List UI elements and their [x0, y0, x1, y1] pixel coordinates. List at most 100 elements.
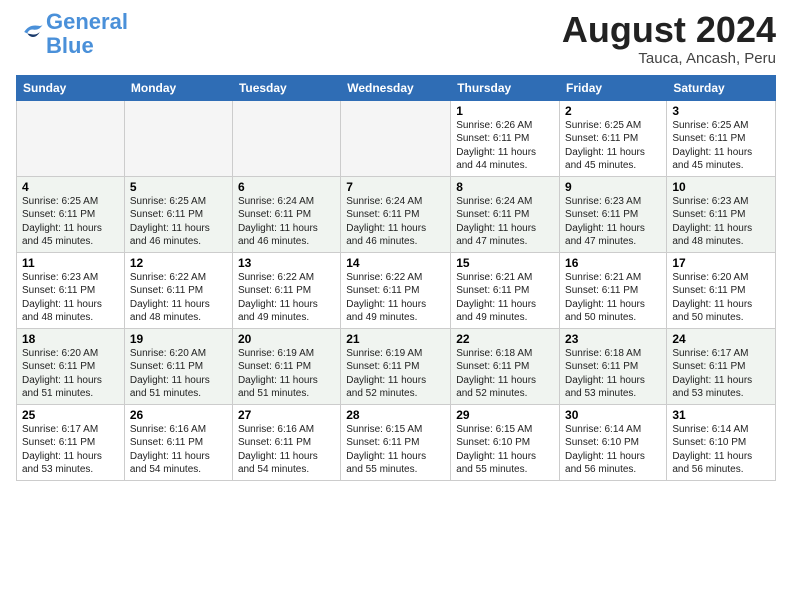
calendar-header-friday: Friday: [560, 75, 667, 100]
calendar-header-wednesday: Wednesday: [341, 75, 451, 100]
day-info: Sunrise: 6:24 AMSunset: 6:11 PMDaylight:…: [456, 195, 554, 249]
calendar-cell: [124, 100, 232, 176]
day-info: Sunrise: 6:23 AMSunset: 6:11 PMDaylight:…: [672, 195, 770, 249]
day-info: Sunrise: 6:26 AMSunset: 6:11 PMDaylight:…: [456, 119, 554, 173]
day-number: 26: [130, 408, 227, 422]
calendar-cell: 25Sunrise: 6:17 AMSunset: 6:11 PMDayligh…: [17, 404, 125, 480]
day-info: Sunrise: 6:17 AMSunset: 6:11 PMDaylight:…: [22, 423, 119, 477]
calendar-week-row: 4Sunrise: 6:25 AMSunset: 6:11 PMDaylight…: [17, 176, 776, 252]
calendar-table: SundayMondayTuesdayWednesdayThursdayFrid…: [16, 75, 776, 481]
calendar-cell: 18Sunrise: 6:20 AMSunset: 6:11 PMDayligh…: [17, 328, 125, 404]
day-number: 15: [456, 256, 554, 270]
day-number: 29: [456, 408, 554, 422]
day-number: 27: [238, 408, 335, 422]
day-info: Sunrise: 6:23 AMSunset: 6:11 PMDaylight:…: [22, 271, 119, 325]
day-number: 6: [238, 180, 335, 194]
calendar-cell: 4Sunrise: 6:25 AMSunset: 6:11 PMDaylight…: [17, 176, 125, 252]
calendar-cell: 7Sunrise: 6:24 AMSunset: 6:11 PMDaylight…: [341, 176, 451, 252]
day-info: Sunrise: 6:21 AMSunset: 6:11 PMDaylight:…: [565, 271, 661, 325]
day-info: Sunrise: 6:20 AMSunset: 6:11 PMDaylight:…: [22, 347, 119, 401]
day-info: Sunrise: 6:16 AMSunset: 6:11 PMDaylight:…: [238, 423, 335, 477]
day-info: Sunrise: 6:20 AMSunset: 6:11 PMDaylight:…: [130, 347, 227, 401]
header: GeneralBlue August 2024 Tauca, Ancash, P…: [16, 10, 776, 67]
day-number: 4: [22, 180, 119, 194]
day-number: 30: [565, 408, 661, 422]
calendar-cell: 8Sunrise: 6:24 AMSunset: 6:11 PMDaylight…: [451, 176, 560, 252]
calendar-header-monday: Monday: [124, 75, 232, 100]
day-number: 31: [672, 408, 770, 422]
day-number: 22: [456, 332, 554, 346]
calendar-cell: [232, 100, 340, 176]
calendar-cell: 13Sunrise: 6:22 AMSunset: 6:11 PMDayligh…: [232, 252, 340, 328]
calendar-cell: 24Sunrise: 6:17 AMSunset: 6:11 PMDayligh…: [667, 328, 776, 404]
day-number: 24: [672, 332, 770, 346]
logo: GeneralBlue: [16, 10, 128, 58]
calendar-cell: 19Sunrise: 6:20 AMSunset: 6:11 PMDayligh…: [124, 328, 232, 404]
calendar-cell: 26Sunrise: 6:16 AMSunset: 6:11 PMDayligh…: [124, 404, 232, 480]
day-info: Sunrise: 6:14 AMSunset: 6:10 PMDaylight:…: [565, 423, 661, 477]
logo-text: GeneralBlue: [46, 10, 128, 58]
calendar-cell: 30Sunrise: 6:14 AMSunset: 6:10 PMDayligh…: [560, 404, 667, 480]
calendar-cell: 22Sunrise: 6:18 AMSunset: 6:11 PMDayligh…: [451, 328, 560, 404]
day-number: 28: [346, 408, 445, 422]
calendar-week-row: 11Sunrise: 6:23 AMSunset: 6:11 PMDayligh…: [17, 252, 776, 328]
day-info: Sunrise: 6:25 AMSunset: 6:11 PMDaylight:…: [565, 119, 661, 173]
calendar-header-sunday: Sunday: [17, 75, 125, 100]
calendar-header-thursday: Thursday: [451, 75, 560, 100]
calendar-week-row: 1Sunrise: 6:26 AMSunset: 6:11 PMDaylight…: [17, 100, 776, 176]
day-number: 14: [346, 256, 445, 270]
day-info: Sunrise: 6:25 AMSunset: 6:11 PMDaylight:…: [672, 119, 770, 173]
day-info: Sunrise: 6:15 AMSunset: 6:11 PMDaylight:…: [346, 423, 445, 477]
calendar-week-row: 18Sunrise: 6:20 AMSunset: 6:11 PMDayligh…: [17, 328, 776, 404]
calendar-cell: 16Sunrise: 6:21 AMSunset: 6:11 PMDayligh…: [560, 252, 667, 328]
calendar-cell: 1Sunrise: 6:26 AMSunset: 6:11 PMDaylight…: [451, 100, 560, 176]
day-number: 7: [346, 180, 445, 194]
day-number: 25: [22, 408, 119, 422]
day-number: 5: [130, 180, 227, 194]
calendar-header-saturday: Saturday: [667, 75, 776, 100]
day-number: 3: [672, 104, 770, 118]
calendar-cell: 3Sunrise: 6:25 AMSunset: 6:11 PMDaylight…: [667, 100, 776, 176]
day-info: Sunrise: 6:22 AMSunset: 6:11 PMDaylight:…: [238, 271, 335, 325]
day-number: 16: [565, 256, 661, 270]
day-info: Sunrise: 6:22 AMSunset: 6:11 PMDaylight:…: [130, 271, 227, 325]
day-number: 11: [22, 256, 119, 270]
day-number: 23: [565, 332, 661, 346]
day-info: Sunrise: 6:23 AMSunset: 6:11 PMDaylight:…: [565, 195, 661, 249]
day-info: Sunrise: 6:18 AMSunset: 6:11 PMDaylight:…: [456, 347, 554, 401]
calendar-cell: 2Sunrise: 6:25 AMSunset: 6:11 PMDaylight…: [560, 100, 667, 176]
page-container: GeneralBlue August 2024 Tauca, Ancash, P…: [0, 0, 792, 487]
logo-bird-icon: [18, 18, 46, 46]
calendar-cell: 14Sunrise: 6:22 AMSunset: 6:11 PMDayligh…: [341, 252, 451, 328]
day-info: Sunrise: 6:18 AMSunset: 6:11 PMDaylight:…: [565, 347, 661, 401]
calendar-cell: 11Sunrise: 6:23 AMSunset: 6:11 PMDayligh…: [17, 252, 125, 328]
calendar-cell: 20Sunrise: 6:19 AMSunset: 6:11 PMDayligh…: [232, 328, 340, 404]
calendar-cell: 23Sunrise: 6:18 AMSunset: 6:11 PMDayligh…: [560, 328, 667, 404]
day-info: Sunrise: 6:24 AMSunset: 6:11 PMDaylight:…: [346, 195, 445, 249]
calendar-cell: 15Sunrise: 6:21 AMSunset: 6:11 PMDayligh…: [451, 252, 560, 328]
calendar-subtitle: Tauca, Ancash, Peru: [562, 50, 776, 67]
title-block: August 2024 Tauca, Ancash, Peru: [562, 10, 776, 67]
calendar-title: August 2024: [562, 10, 776, 50]
calendar-cell: 9Sunrise: 6:23 AMSunset: 6:11 PMDaylight…: [560, 176, 667, 252]
day-info: Sunrise: 6:15 AMSunset: 6:10 PMDaylight:…: [456, 423, 554, 477]
calendar-header-tuesday: Tuesday: [232, 75, 340, 100]
day-number: 12: [130, 256, 227, 270]
calendar-cell: 28Sunrise: 6:15 AMSunset: 6:11 PMDayligh…: [341, 404, 451, 480]
calendar-cell: [341, 100, 451, 176]
day-info: Sunrise: 6:24 AMSunset: 6:11 PMDaylight:…: [238, 195, 335, 249]
day-number: 13: [238, 256, 335, 270]
calendar-cell: 17Sunrise: 6:20 AMSunset: 6:11 PMDayligh…: [667, 252, 776, 328]
calendar-cell: 10Sunrise: 6:23 AMSunset: 6:11 PMDayligh…: [667, 176, 776, 252]
day-info: Sunrise: 6:16 AMSunset: 6:11 PMDaylight:…: [130, 423, 227, 477]
day-info: Sunrise: 6:22 AMSunset: 6:11 PMDaylight:…: [346, 271, 445, 325]
day-number: 8: [456, 180, 554, 194]
day-info: Sunrise: 6:20 AMSunset: 6:11 PMDaylight:…: [672, 271, 770, 325]
calendar-cell: 27Sunrise: 6:16 AMSunset: 6:11 PMDayligh…: [232, 404, 340, 480]
calendar-cell: [17, 100, 125, 176]
calendar-cell: 21Sunrise: 6:19 AMSunset: 6:11 PMDayligh…: [341, 328, 451, 404]
day-info: Sunrise: 6:21 AMSunset: 6:11 PMDaylight:…: [456, 271, 554, 325]
calendar-cell: 6Sunrise: 6:24 AMSunset: 6:11 PMDaylight…: [232, 176, 340, 252]
day-number: 21: [346, 332, 445, 346]
day-info: Sunrise: 6:19 AMSunset: 6:11 PMDaylight:…: [346, 347, 445, 401]
